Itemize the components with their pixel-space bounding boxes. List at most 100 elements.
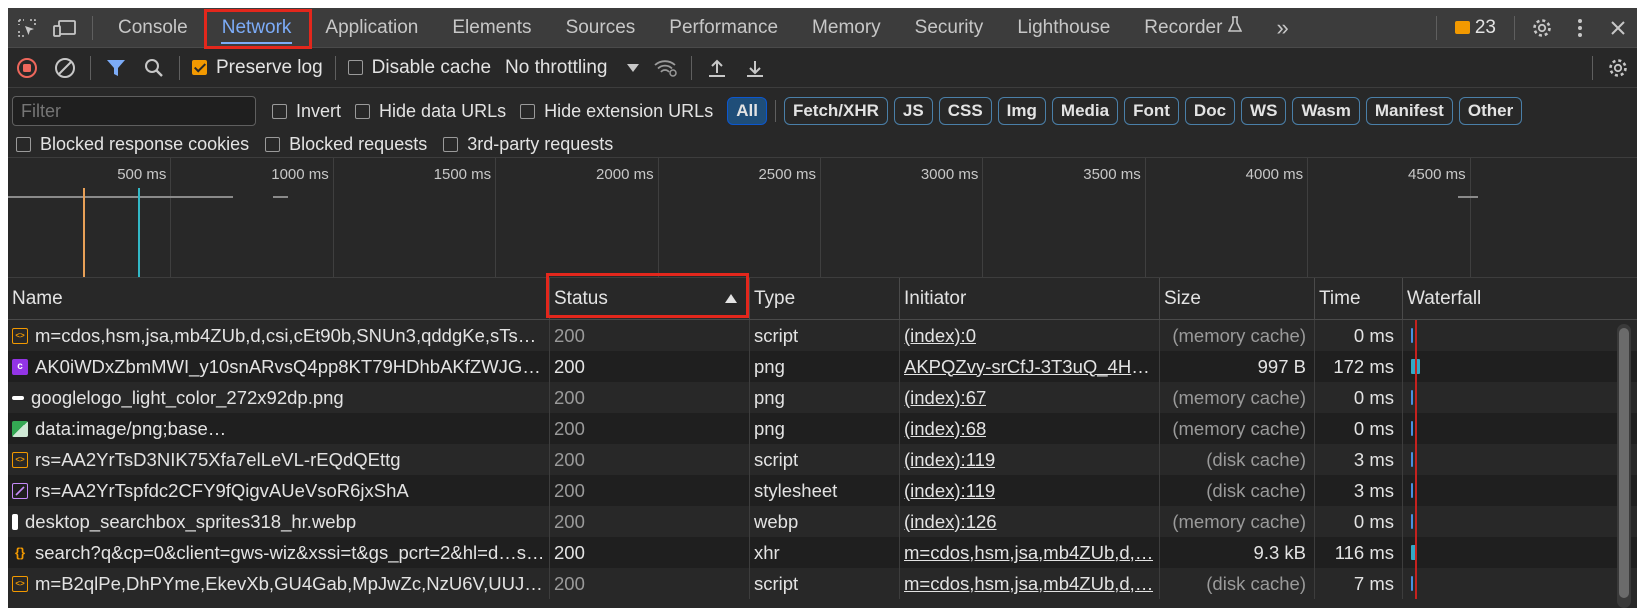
cell-name[interactable]: rs=AA2YrTspfdc2CFY9fQigvAUeVsoR6jxShA: [8, 475, 550, 506]
cell-status: 200: [550, 413, 750, 444]
initiator-link[interactable]: (index):119: [904, 449, 995, 471]
cell-name[interactable]: googlelogo_light_color_272x92dp.png: [8, 382, 550, 413]
blocked-response-cookies-checkbox[interactable]: Blocked response cookies: [16, 134, 249, 155]
table-scrollbar[interactable]: [1617, 324, 1631, 608]
timeline-request-segment: [273, 196, 288, 198]
blocked-requests-checkbox[interactable]: Blocked requests: [265, 134, 427, 155]
checkbox-box: [265, 136, 281, 152]
filter-input[interactable]: [12, 96, 256, 126]
filter-type-js[interactable]: JS: [893, 97, 933, 125]
invert-checkbox[interactable]: Invert: [272, 101, 341, 122]
disable-cache-checkbox[interactable]: Disable cache: [347, 57, 491, 79]
preserve-log-label: Preserve log: [216, 56, 323, 78]
cell-type: script: [750, 320, 900, 351]
cell-name[interactable]: data:image/png;base…: [8, 413, 550, 444]
table-row[interactable]: desktop_searchbox_sprites318_hr.webp 200 w…: [8, 506, 1637, 537]
filter-type-all[interactable]: All: [727, 97, 767, 125]
issues-counter[interactable]: 23: [1445, 17, 1506, 39]
search-icon[interactable]: [135, 48, 173, 88]
more-options-icon[interactable]: [1561, 8, 1599, 48]
filter-type-manifest[interactable]: Manifest: [1365, 97, 1453, 125]
table-row[interactable]: c AK0iWDxZbmMWI_y10snARvsQ4pp8KT79HDhbAKf…: [8, 351, 1637, 382]
column-header-name[interactable]: Name: [8, 278, 550, 320]
cell-name[interactable]: {} search?q&cp=0&client=gws-wiz&xssi=t&gs…: [8, 537, 550, 568]
waterfall-bar: [1411, 576, 1413, 591]
timeline-tick-label: 3500 ms: [1083, 166, 1141, 183]
column-header-type[interactable]: Type: [750, 278, 900, 320]
initiator-link[interactable]: m=cdos,hsm,jsa,mb4ZUb,d,…: [904, 542, 1153, 564]
tab-performance[interactable]: Performance: [652, 8, 795, 48]
import-har-icon[interactable]: [698, 48, 736, 88]
tab-lighthouse[interactable]: Lighthouse: [1000, 8, 1127, 48]
tab-label: Security: [914, 16, 984, 38]
close-icon[interactable]: [1599, 8, 1637, 48]
filter-type-media[interactable]: Media: [1051, 97, 1119, 125]
stop-recording-icon[interactable]: [8, 48, 46, 88]
initiator-link[interactable]: (index):68: [904, 418, 986, 440]
filter-type-font[interactable]: Font: [1124, 97, 1179, 125]
cell-name[interactable]: c AK0iWDxZbmMWI_y10snARvsQ4pp8KT79HDhbAKf…: [8, 351, 550, 382]
column-header-time[interactable]: Time: [1315, 278, 1403, 320]
filter-type-other[interactable]: Other: [1458, 97, 1523, 125]
hide-extension-urls-checkbox[interactable]: Hide extension URLs: [520, 101, 713, 122]
table-row[interactable]: rs=AA2YrTspfdc2CFY9fQigvAUeVsoR6jxShA 200…: [8, 475, 1637, 506]
tab-recorder[interactable]: Recorder: [1127, 8, 1259, 48]
cell-size: (memory cache): [1160, 413, 1315, 444]
filter-type-ws[interactable]: WS: [1241, 97, 1287, 125]
cell-name[interactable]: <> m=B2qlPe,DhPYme,EkevXb,GU4Gab,MpJwZc,N…: [8, 568, 550, 599]
table-row[interactable]: <> m=cdos,hsm,jsa,mb4ZUb,d,csi,cEt90b,SNU…: [8, 320, 1637, 351]
load-event-marker: [137, 188, 140, 277]
initiator-link[interactable]: m=cdos,hsm,jsa,mb4ZUb,d,…: [904, 573, 1153, 595]
device-toolbar-icon[interactable]: [46, 8, 84, 48]
cell-name[interactable]: <> m=cdos,hsm,jsa,mb4ZUb,d,csi,cEt90b,SNU…: [8, 320, 550, 351]
tab-elements[interactable]: Elements: [435, 8, 548, 48]
tab-security[interactable]: Security: [898, 8, 1001, 48]
initiator-link[interactable]: AKPQZvy-srCfJ-3T3uQ_4HL…: [904, 356, 1159, 378]
table-row[interactable]: data:image/png;base… 200 png (index):68 (mem…: [8, 413, 1637, 444]
cell-name[interactable]: desktop_searchbox_sprites318_hr.webp: [8, 506, 550, 537]
clear-icon[interactable]: [46, 48, 84, 88]
column-header-status[interactable]: Status: [550, 278, 750, 320]
tab-application[interactable]: Application: [308, 8, 435, 48]
preserve-log-checkbox[interactable]: Preserve log: [192, 57, 323, 79]
network-conditions-icon[interactable]: [647, 48, 685, 88]
initiator-link[interactable]: (index):0: [904, 325, 976, 347]
filter-type-fetch-xhr[interactable]: Fetch/XHR: [783, 97, 888, 125]
table-row[interactable]: {} search?q&cp=0&client=gws-wiz&xssi=t&gs…: [8, 537, 1637, 568]
request-name: desktop_searchbox_sprites318_hr.webp: [25, 510, 357, 532]
tab-sources[interactable]: Sources: [549, 8, 653, 48]
initiator-link[interactable]: (index):67: [904, 387, 986, 409]
hide-data-urls-checkbox[interactable]: Hide data URLs: [355, 101, 506, 122]
export-har-icon[interactable]: [736, 48, 774, 88]
filter-type-wasm[interactable]: Wasm: [1292, 97, 1360, 125]
tab-memory[interactable]: Memory: [795, 8, 898, 48]
column-header-size[interactable]: Size: [1160, 278, 1315, 320]
filter-type-css[interactable]: CSS: [938, 97, 992, 125]
filter-type-doc[interactable]: Doc: [1184, 97, 1236, 125]
network-settings-gear-icon[interactable]: [1599, 48, 1637, 88]
checkbox-box: [16, 136, 31, 152]
column-header-initiator[interactable]: Initiator: [900, 278, 1160, 320]
timeline-request-segment: [78, 196, 168, 198]
table-row[interactable]: <> rs=AA2YrTsD3NIK75Xfa7elLeVL-rEQdQEttg 2…: [8, 444, 1637, 475]
column-header-waterfall[interactable]: Waterfall: [1403, 278, 1637, 320]
timeline-gridline: [1469, 158, 1471, 277]
throttling-select[interactable]: No throttling: [505, 57, 640, 79]
cell-type: png: [750, 382, 900, 413]
scrollbar-thumb[interactable]: [1619, 328, 1629, 598]
network-overview-timeline[interactable]: 500 ms 1000 ms 1500 ms 2000 ms 2500 ms 3000 m…: [8, 158, 1637, 278]
tab-console[interactable]: Console: [101, 8, 205, 48]
third-party-requests-checkbox[interactable]: 3rd-party requests: [443, 134, 613, 155]
inspect-element-icon[interactable]: [8, 8, 46, 48]
initiator-link[interactable]: (index):126: [904, 511, 997, 533]
cell-name[interactable]: <> rs=AA2YrTsD3NIK75Xfa7elLeVL-rEQdQEttg: [8, 444, 550, 475]
table-row[interactable]: googlelogo_light_color_272x92dp.png 200 pn…: [8, 382, 1637, 413]
settings-gear-icon[interactable]: [1523, 8, 1561, 48]
more-tabs-button[interactable]: »: [1259, 8, 1305, 48]
table-row[interactable]: <> m=B2qlPe,DhPYme,EkevXb,GU4Gab,MpJwZc,N…: [8, 568, 1637, 599]
filter-type-img[interactable]: Img: [997, 97, 1046, 125]
initiator-link[interactable]: (index):119: [904, 480, 995, 502]
cell-type: script: [750, 444, 900, 475]
filter-icon[interactable]: [97, 48, 135, 88]
tab-network[interactable]: Network: [205, 8, 309, 48]
